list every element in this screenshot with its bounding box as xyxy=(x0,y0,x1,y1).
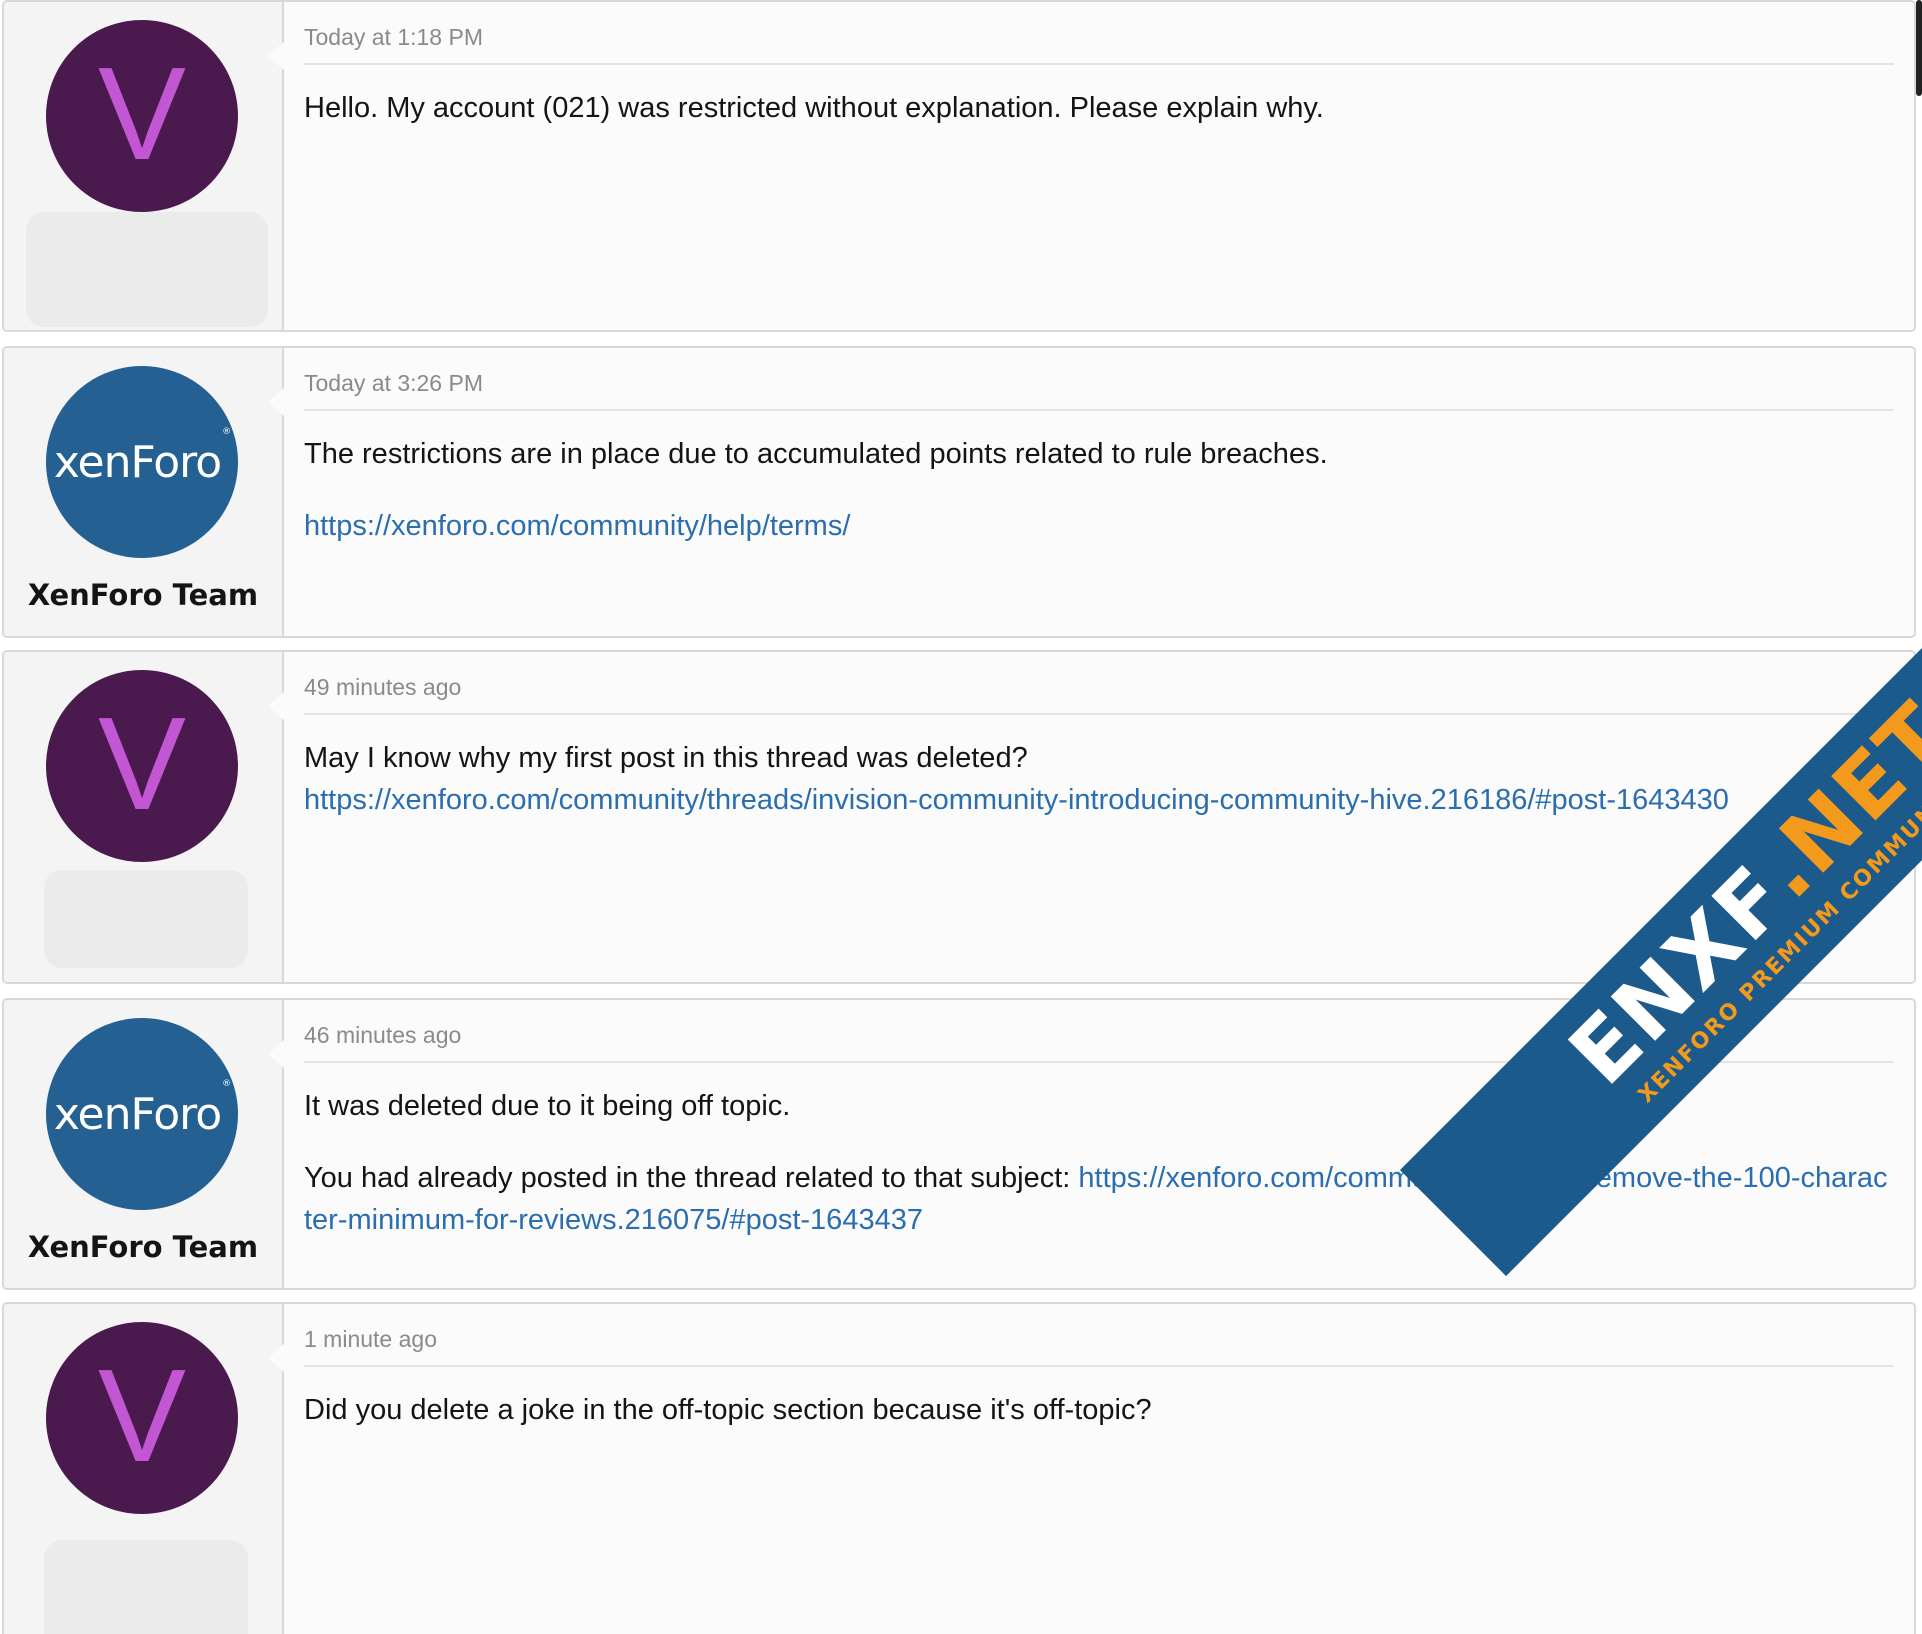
message-content: Today at 1:18 PM Hello. My account (021)… xyxy=(304,2,1894,159)
message-user-column: V xyxy=(4,2,284,330)
message: xenForo® XenForo Team Today at 3:26 PM T… xyxy=(2,346,1916,638)
message-text: May I know why my first post in this thr… xyxy=(304,742,1028,774)
message-user-column: V xyxy=(4,1304,284,1634)
message-date[interactable]: Today at 1:18 PM xyxy=(304,24,1894,65)
message-user-column: V xyxy=(4,652,284,982)
username-placeholder xyxy=(26,212,268,327)
message-arrow xyxy=(268,388,284,416)
avatar[interactable]: V xyxy=(46,1322,238,1514)
message-user-column: xenForo® XenForo Team xyxy=(4,348,284,636)
username-placeholder xyxy=(44,1540,248,1634)
avatar[interactable]: V xyxy=(46,20,238,212)
message-arrow xyxy=(268,42,284,70)
message-user-column: xenForo® XenForo Team xyxy=(4,1000,284,1288)
username[interactable]: XenForo Team xyxy=(4,578,282,612)
message-content: Today at 3:26 PM The restrictions are in… xyxy=(304,348,1894,577)
avatar[interactable]: V xyxy=(46,670,238,862)
message-content: 49 minutes ago May I know why my first p… xyxy=(304,652,1894,821)
xenforo-logo: xenForo® xyxy=(53,426,231,488)
message-body: Hello. My account (021) was restricted w… xyxy=(304,87,1894,129)
message-arrow xyxy=(268,692,284,720)
message-link[interactable]: https://xenforo.com/community/help/terms… xyxy=(304,510,850,542)
avatar[interactable]: xenForo® xyxy=(46,1018,238,1210)
message: V 49 minutes ago May I know why my first… xyxy=(2,650,1916,984)
username[interactable]: XenForo Team xyxy=(4,1230,282,1264)
message-text: Did you delete a joke in the off-topic s… xyxy=(304,1394,1152,1426)
message: V 1 minute ago Did you delete a joke in … xyxy=(2,1302,1916,1634)
message-content: 1 minute ago Did you delete a joke in th… xyxy=(304,1304,1894,1461)
message-date[interactable]: Today at 3:26 PM xyxy=(304,370,1894,411)
message-body: Did you delete a joke in the off-topic s… xyxy=(304,1389,1894,1431)
conversation-thread: V Today at 1:18 PM Hello. My account (02… xyxy=(0,0,1922,1634)
avatar[interactable]: xenForo® xyxy=(46,366,238,558)
message-text: The restrictions are in place due to acc… xyxy=(304,438,1328,470)
message-body: May I know why my first post in this thr… xyxy=(304,737,1894,821)
message: V Today at 1:18 PM Hello. My account (02… xyxy=(2,0,1916,332)
message-arrow xyxy=(268,1040,284,1068)
message-arrow xyxy=(268,1344,284,1372)
scrollbar[interactable] xyxy=(1916,0,1922,96)
message-text: You had already posted in the thread rel… xyxy=(304,1162,1079,1194)
message-link[interactable]: https://xenforo.com/community/threads/in… xyxy=(304,784,1729,816)
username-placeholder xyxy=(44,870,248,968)
message-text: Hello. My account (021) was restricted w… xyxy=(304,92,1324,124)
message-date[interactable]: 49 minutes ago xyxy=(304,674,1894,715)
message-body: The restrictions are in place due to acc… xyxy=(304,433,1894,547)
xenforo-logo: xenForo® xyxy=(53,1078,231,1140)
message-date[interactable]: 1 minute ago xyxy=(304,1326,1894,1367)
